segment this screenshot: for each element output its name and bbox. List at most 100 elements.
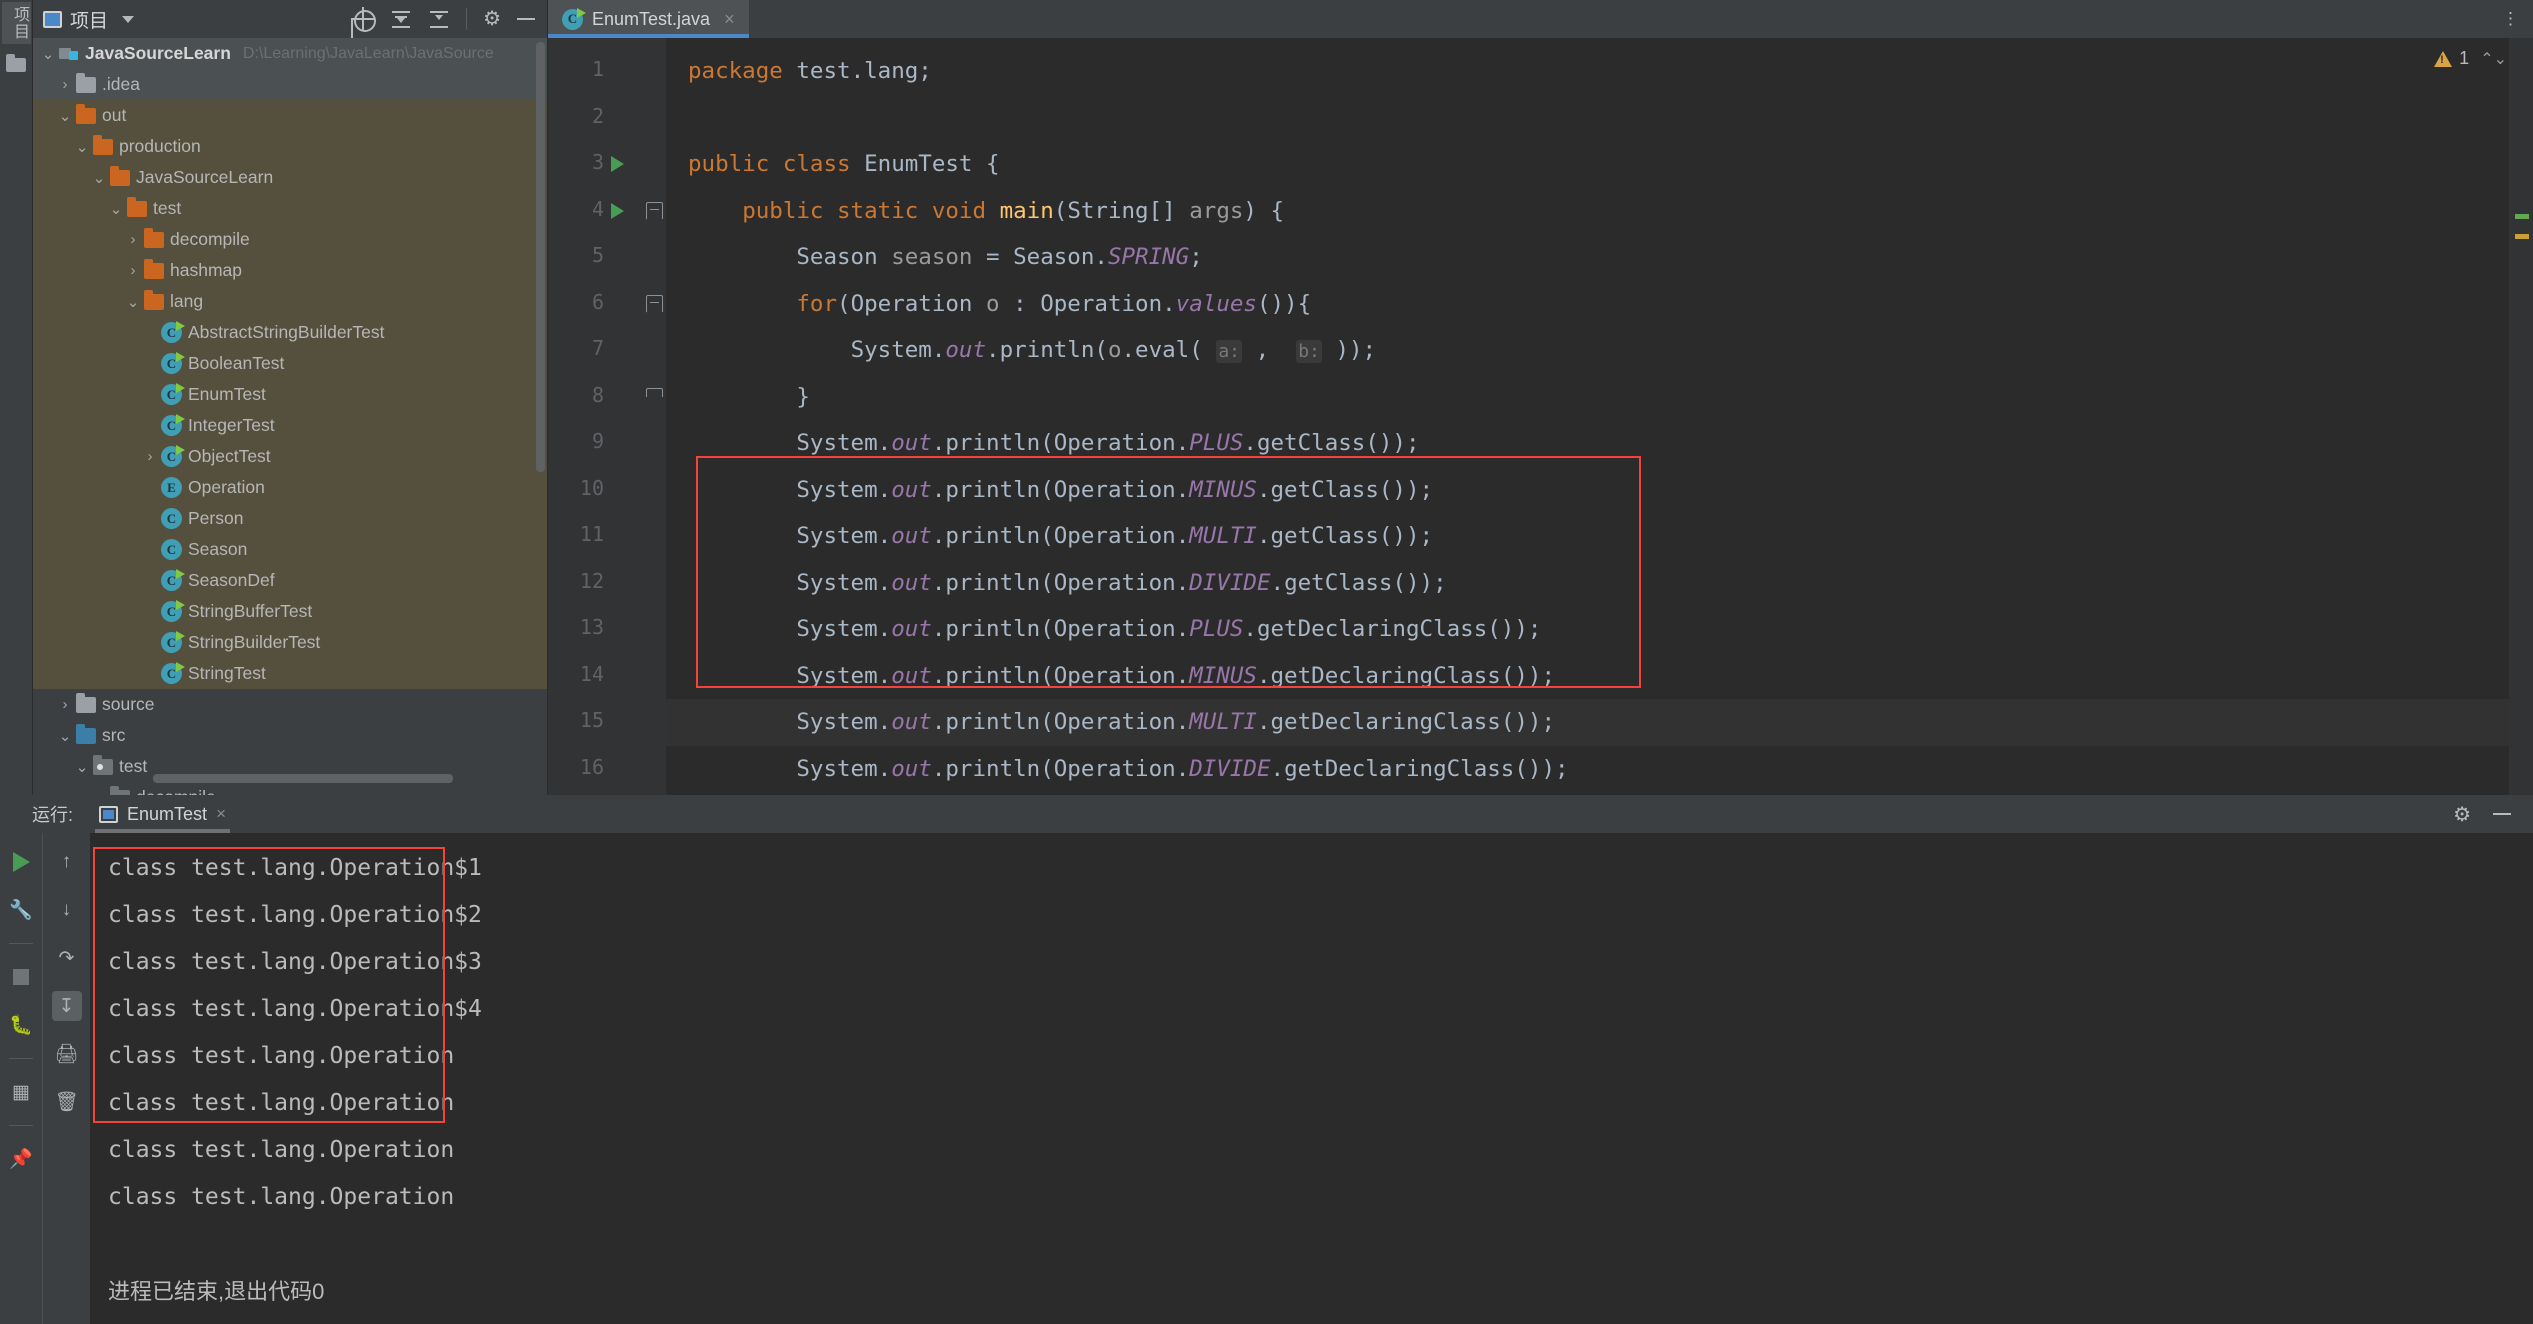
code-editor[interactable]: 1 2 3 4 5 6 7 8 9 10 11 12 13 14 15 16 package test.lan… (548, 38, 2533, 795)
arrow-up-icon[interactable]: ↑ (52, 847, 82, 877)
editor-marker-bar[interactable] (2509, 38, 2533, 795)
tree-node-src[interactable]: ⌄ src (33, 720, 547, 751)
code-line[interactable]: System.out.println(Operation.DIVIDE.getD… (666, 746, 2533, 793)
gear-icon[interactable]: ⚙ (2453, 802, 2471, 827)
tree-node-objecttest[interactable]: › C ObjectTest (33, 441, 547, 472)
chevron-right-icon[interactable]: › (54, 696, 76, 713)
code-line[interactable]: } (666, 374, 2533, 421)
locate-icon[interactable] (351, 7, 377, 32)
tree-node-stringbuildertest[interactable]: C StringBuilderTest (33, 627, 547, 658)
code-line[interactable]: System.out.println(Operation.PLUS.getCla… (666, 420, 2533, 467)
code-line[interactable]: System.out.println(o.eval( a: , b: )); (666, 327, 2533, 374)
expand-all-icon[interactable] (428, 8, 450, 30)
run-gutter-icon[interactable] (611, 202, 624, 219)
layout-icon[interactable]: ▦ (6, 1077, 36, 1107)
chevron-down-icon[interactable]: ⌄ (54, 107, 76, 125)
scroll-to-end-icon[interactable]: ↧ (51, 991, 82, 1021)
minimize-icon[interactable] (517, 18, 535, 20)
code-line[interactable]: package test.lang; (666, 48, 2533, 95)
tree-node-source[interactable]: › source (33, 689, 547, 720)
chevron-right-icon[interactable]: › (139, 448, 161, 465)
code-line[interactable]: System.out.println(Operation.PLUS.getDec… (666, 606, 2533, 653)
print-icon[interactable]: 🖨 (52, 1039, 82, 1069)
code-line[interactable]: public class EnumTest { (666, 141, 2533, 188)
tree-node-hashmap[interactable]: › hashmap (33, 255, 547, 286)
chevron-right-icon[interactable]: › (122, 231, 144, 248)
run-tab-label: EnumTest (127, 803, 208, 824)
editor-gutter[interactable]: 1 2 3 4 5 6 7 8 9 10 11 12 13 14 15 16 (548, 38, 666, 795)
chevron-down-icon[interactable]: ⌄ (88, 169, 110, 187)
tool-tab-project[interactable]: 项目 (2, 2, 31, 44)
chevron-right-icon[interactable]: › (54, 76, 76, 93)
chevron-down-icon[interactable]: ⌄ (122, 293, 144, 311)
chevron-right-icon[interactable]: › (122, 262, 144, 279)
chevron-down-icon[interactable]: ⌄ (71, 138, 93, 156)
close-icon[interactable]: × (724, 9, 735, 30)
run-tab-enumtest[interactable]: EnumTest × (87, 795, 238, 833)
chevron-down-icon[interactable] (122, 15, 135, 23)
code-line[interactable]: System.out.println(Operation.MINUS.getCl… (666, 467, 2533, 514)
inspection-chevrons-icon[interactable]: ⌃⌄ (2480, 49, 2507, 69)
tree-node-javasourcelearn[interactable]: ⌄ JavaSourceLearn D:\Learning\JavaLearn\Ja… (33, 38, 547, 69)
code-line[interactable]: System.out.println(Operation.MULTI.getCl… (666, 513, 2533, 560)
gear-icon[interactable]: ⚙ (483, 9, 501, 29)
project-tree-hscrollbar[interactable] (153, 774, 453, 783)
console-output[interactable]: class test.lang.Operation$1 class test.la… (90, 833, 2533, 1324)
code-line[interactable]: for(Operation o : Operation.values()){ (666, 281, 2533, 328)
tree-node-idea[interactable]: › .idea (33, 69, 547, 100)
project-title-group[interactable]: 项目 (43, 6, 135, 33)
close-icon[interactable]: × (216, 804, 226, 824)
tree-node-label: AbstractStringBuilderTest (188, 322, 385, 342)
tree-node-season[interactable]: C Season (33, 534, 547, 565)
code-line[interactable]: System.out.println(Operation.MULTI.getDe… (666, 699, 2533, 746)
rerun-icon[interactable] (6, 847, 36, 877)
tree-node-stringbuffertest[interactable]: C StringBufferTest (33, 596, 547, 627)
project-panel-title: 项目 (70, 10, 109, 32)
run-gutter-icon[interactable] (611, 156, 624, 172)
tree-node-production[interactable]: ⌄ production (33, 131, 547, 162)
code-line[interactable] (666, 95, 2533, 142)
wrench-icon[interactable]: 🔧 (6, 895, 36, 925)
arrow-down-icon[interactable]: ↓ (52, 895, 82, 925)
gutter-line: 15 (548, 699, 666, 746)
chevron-down-icon[interactable]: ⌄ (37, 45, 59, 63)
chevron-down-icon[interactable]: ⌄ (105, 200, 127, 218)
tree-node-seasondef[interactable]: C SeasonDef (33, 565, 547, 596)
fold-marker-icon[interactable] (646, 201, 663, 219)
chevron-down-icon[interactable]: ⌄ (54, 727, 76, 745)
tree-node-abstractstringbuildertest[interactable]: C AbstractStringBuilderTest (33, 317, 547, 348)
collapse-all-icon[interactable] (390, 8, 412, 30)
project-tree-scrollbar[interactable] (536, 42, 545, 472)
code-line[interactable]: System.out.println(Operation.DIVIDE.getC… (666, 560, 2533, 607)
tree-node-person[interactable]: C Person (33, 503, 547, 534)
tree-node-enumtest[interactable]: C EnumTest (33, 379, 547, 410)
trash-icon[interactable]: 🗑 (52, 1087, 82, 1117)
tree-node-integertest[interactable]: C IntegerTest (33, 410, 547, 441)
marker-orange (2515, 234, 2529, 239)
bug-icon[interactable]: 🐛 (6, 1010, 36, 1040)
stop-icon[interactable] (6, 962, 36, 992)
project-tree[interactable]: ⌄ JavaSourceLearn D:\Learning\JavaLearn\Ja… (33, 38, 547, 795)
code-line[interactable]: System.out.println(Operation.MINUS.getDe… (666, 653, 2533, 700)
fold-marker-icon[interactable] (646, 387, 663, 405)
tree-node-booleantest[interactable]: C BooleanTest (33, 348, 547, 379)
tree-node-stringtest[interactable]: C StringTest (33, 658, 547, 689)
code-lines[interactable]: package test.lang; public class EnumTest… (666, 38, 2533, 795)
tree-node-decompile[interactable]: › decompile (33, 224, 547, 255)
fold-marker-icon[interactable] (646, 294, 663, 312)
tree-node-lang[interactable]: ⌄ lang (33, 286, 547, 317)
code-line[interactable]: public static void main(String[] args) { (666, 188, 2533, 235)
tree-node-operation[interactable]: E Operation (33, 472, 547, 503)
minimize-icon[interactable] (2493, 813, 2511, 815)
tree-node-test[interactable]: ⌄ test (33, 193, 547, 224)
more-icon[interactable]: ⋮ (2502, 9, 2519, 29)
pin-icon[interactable]: 📌 (6, 1144, 36, 1174)
chevron-down-icon[interactable]: ⌄ (71, 758, 93, 776)
code-line[interactable]: Season season = Season.SPRING; (666, 234, 2533, 281)
tab-enumtest-java[interactable]: C EnumTest.java × (548, 0, 749, 38)
tree-node-javasourcelearn[interactable]: ⌄ JavaSourceLearn (33, 162, 547, 193)
tree-node-out[interactable]: ⌄ out (33, 100, 547, 131)
tree-node-decompile[interactable]: ⌄decompile (33, 782, 547, 795)
inspection-status[interactable]: 1 ⌃⌄ (2434, 48, 2507, 69)
soft-wrap-icon[interactable]: ↷ (52, 943, 82, 973)
